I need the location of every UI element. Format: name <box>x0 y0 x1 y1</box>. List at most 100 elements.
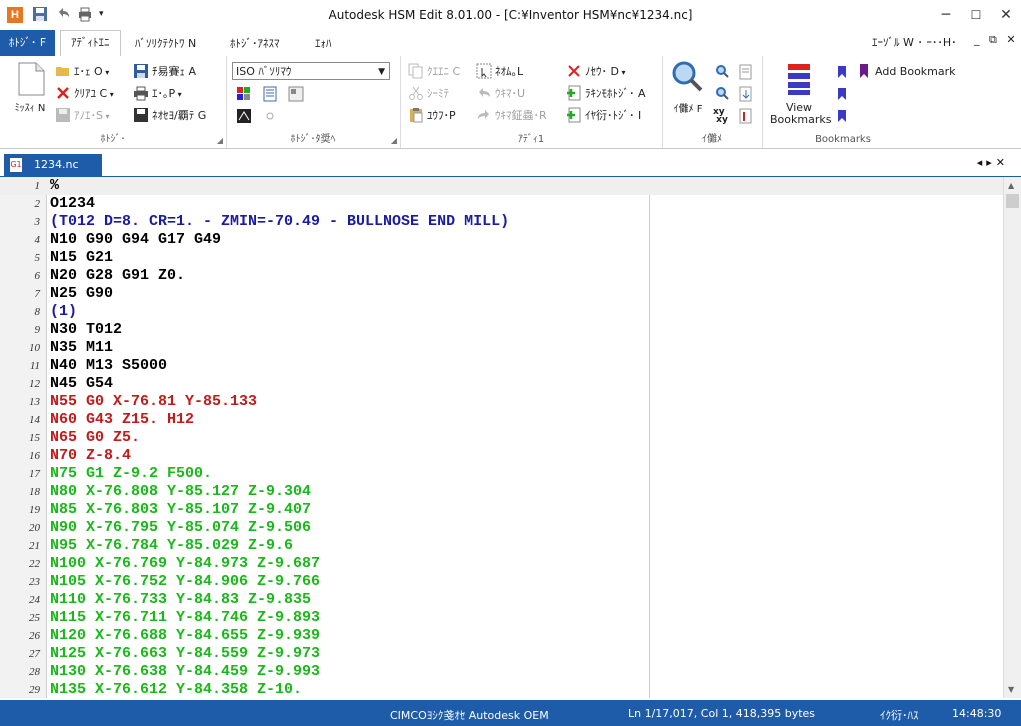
new-button[interactable]: ﾐｯｽｨ N <box>12 62 48 132</box>
next-bookmark-icon[interactable] <box>834 64 850 83</box>
code-line[interactable]: 27 N125 X-76.663 Y-84.559 Z-9.973 <box>0 645 1003 663</box>
code-line[interactable]: 2 O1234 <box>0 195 1003 213</box>
settings-grid-icon[interactable] <box>288 86 304 105</box>
code-line[interactable]: 25 N115 X-76.711 Y-84.746 Z-9.893 <box>0 609 1003 627</box>
replace-xy-icon[interactable]: xy xy <box>713 108 728 125</box>
tool-icon[interactable] <box>262 108 278 127</box>
clear-bookmarks-icon[interactable] <box>834 108 850 127</box>
view-bookmarks-button[interactable]: View Bookmarks <box>770 60 831 132</box>
previous-bookmark-icon[interactable] <box>834 86 850 105</box>
code-line[interactable]: 6 N20 G28 G91 Z0. <box>0 267 1003 285</box>
close-button[interactable]: ✕ <box>991 5 1021 25</box>
scroll-down-icon[interactable]: ▼ <box>1008 685 1014 694</box>
save-all-button[interactable]: ﾈｵｾﾖ/覇ﾃ G <box>133 106 206 126</box>
color-settings-icon[interactable] <box>236 86 252 105</box>
code-text: N85 X-76.803 Y-85.107 Z-9.407 <box>50 501 312 518</box>
code-line[interactable]: 9 N30 T012 <box>0 321 1003 339</box>
undo-icon <box>476 85 492 101</box>
code-line[interactable]: 21 N95 X-76.784 Y-85.029 Z-9.6 <box>0 537 1003 555</box>
code-line[interactable]: 14 N60 G43 Z15. H12 <box>0 411 1003 429</box>
goto-icon[interactable] <box>738 64 754 83</box>
scroll-thumb[interactable] <box>1006 194 1019 208</box>
insert-line-button[interactable]: ｲﾔ衍･ﾄｼﾞ･ I <box>566 106 641 126</box>
save-as-button[interactable]: ﾁ易賽ｪ A <box>133 62 196 82</box>
paste-button[interactable]: ﾕｳﾌ･P <box>408 106 456 126</box>
code-line[interactable]: 1% <box>0 177 1003 195</box>
code-line[interactable]: 15 N65 G0 Z5. <box>0 429 1003 447</box>
code-line[interactable]: 12 N45 G54 <box>0 375 1003 393</box>
redo-button[interactable]: ｳｷﾏ鉦蟲･R <box>476 106 547 126</box>
code-line[interactable]: 8 (1) <box>0 303 1003 321</box>
code-line[interactable]: 22 N100 X-76.769 Y-84.973 Z-9.687 <box>0 555 1003 573</box>
cut-button[interactable]: ｼｰﾐﾃ <box>408 84 449 104</box>
code-line[interactable]: 11 N40 M13 S5000 <box>0 357 1003 375</box>
tab-help[interactable]: ｴｫﾊ <box>305 32 342 56</box>
group-launcher-icon[interactable]: ◢ <box>217 136 223 145</box>
clear-button[interactable]: ｸﾘｱﾕ C ▾ <box>55 84 114 104</box>
window-menu[interactable]: ｴｰｿﾞﾙ W ･ ｰ･･H･ <box>872 34 957 50</box>
delete-button[interactable]: ﾉｾｳ･ D ▾ <box>566 62 626 82</box>
code-text: N25 G90 <box>50 285 114 302</box>
code-line[interactable]: 10 N35 M11 <box>0 339 1003 357</box>
code-line[interactable]: 19 N85 X-76.803 Y-85.107 Z-9.407 <box>0 501 1003 519</box>
chevron-down-icon: ▼ <box>378 67 385 77</box>
find-group-label: ｲ儺ﾒ <box>702 134 722 145</box>
code-text: N80 X-76.808 Y-85.127 Z-9.304 <box>50 483 312 500</box>
find-button[interactable]: ｲ儺ﾒ F <box>668 60 708 130</box>
document-tab-label: 1234.nc <box>34 158 79 171</box>
code-line[interactable]: 7 N25 G90 <box>0 285 1003 303</box>
tab-file[interactable]: ﾎﾄｼﾞ･ F <box>0 30 55 56</box>
code-line[interactable]: 17 N75 G1 Z-9.2 F500. <box>0 465 1003 483</box>
code-editor[interactable]: 1% 2 O1234 3 (T012 D=8. CR=1. - ZMIN=-70.49 … <box>0 177 1003 698</box>
find-previous-icon[interactable] <box>714 86 730 105</box>
minimize-button[interactable]: ─ <box>931 5 961 25</box>
line-numbers-icon[interactable] <box>738 86 754 105</box>
code-line[interactable]: 23 N105 X-76.752 Y-84.906 Z-9.766 <box>0 573 1003 591</box>
code-line[interactable]: 20 N90 X-76.795 Y-85.074 Z-9.506 <box>0 519 1003 537</box>
status-oem: CIMCOﾖｼｸ戔ｵｾ Autodesk OEM <box>390 709 549 722</box>
format-icon[interactable] <box>262 86 278 105</box>
mdi-window-controls[interactable]: _ ⧉ ✕ <box>974 33 1019 47</box>
select-all-button[interactable]: ﾈｵﾑ｡L <box>476 62 523 82</box>
tab-edit[interactable]: ｱﾃﾞｨﾄｴﾆ <box>60 30 121 57</box>
group-launcher-icon[interactable]: ◢ <box>391 136 397 145</box>
code-text: N100 X-76.769 Y-84.973 Z-9.687 <box>50 555 321 572</box>
document-nav-controls[interactable]: ◂▸✕ <box>977 156 1009 169</box>
code-line[interactable]: 28 N130 X-76.638 Y-84.459 Z-9.993 <box>0 663 1003 681</box>
copy-button[interactable]: ｸｴｴﾆ C <box>408 62 460 82</box>
code-line[interactable]: 16 N70 Z-8.4 <box>0 447 1003 465</box>
code-line[interactable]: 5 N15 G21 <box>0 249 1003 267</box>
machine-icon[interactable] <box>236 108 252 127</box>
find-next-icon[interactable] <box>714 64 730 83</box>
insert-file-button[interactable]: ﾗｷﾝﾓﾎﾄｼﾞ･ A <box>566 84 646 104</box>
code-line[interactable]: 18 N80 X-76.808 Y-85.127 Z-9.304 <box>0 483 1003 501</box>
code-line[interactable]: 24 N110 X-76.733 Y-84.83 Z-9.835 <box>0 591 1003 609</box>
scroll-up-icon[interactable]: ▲ <box>1008 181 1014 190</box>
title-bar: H ▾ Autodesk HSM Edit 8.01.00 - [C:¥Inve… <box>0 0 1021 30</box>
code-line[interactable]: 29 N135 X-76.612 Y-84.358 Z-10. <box>0 681 1003 698</box>
code-line[interactable]: 26 N120 X-76.688 Y-84.655 Z-9.939 <box>0 627 1003 645</box>
print-button[interactable]: ｴ･｡P ▾ <box>133 84 182 104</box>
machine-type-select[interactable]: ISO ﾊﾞｿﾘﾏｳ ▼ <box>232 62 390 80</box>
renumber-icon[interactable] <box>738 108 754 127</box>
code-line[interactable]: 4 N10 G90 G94 G17 G49 <box>0 231 1003 249</box>
tab-conversion[interactable]: ﾊﾞｿﾘｸﾃｸﾄﾜ N <box>125 32 206 56</box>
red-x-icon <box>55 85 71 101</box>
code-line[interactable]: 13 N55 G0 X-76.81 Y-85.133 <box>0 393 1003 411</box>
maximize-button[interactable]: ☐ <box>961 5 991 25</box>
line-number: 12 <box>29 378 40 390</box>
add-bookmark-button[interactable]: Add Bookmark <box>856 62 956 82</box>
line-number: 2 <box>34 198 41 210</box>
tab-file-compare[interactable]: ﾎﾄｼﾞ･ｱﾈｽﾏ <box>220 32 290 56</box>
code-text: N70 Z-8.4 <box>50 447 132 464</box>
open-button[interactable]: ｴ･ｪ O ▾ <box>55 62 109 82</box>
code-text: N30 T012 <box>50 321 123 338</box>
code-text: N95 X-76.784 Y-85.029 Z-9.6 <box>50 537 294 554</box>
undo-button[interactable]: ｳｷﾏ･U <box>476 84 525 104</box>
document-tab[interactable]: G1 1234.nc <box>4 154 102 176</box>
close-file-button[interactable]: ｱﾉｴ･S ▾ <box>55 106 110 126</box>
vertical-scrollbar[interactable]: ▲ ▼ <box>1003 177 1021 698</box>
redo-icon <box>476 107 492 123</box>
code-text: N65 G0 Z5. <box>50 429 141 446</box>
code-line[interactable]: 3 (T012 D=8. CR=1. - ZMIN=-70.49 - BULLNO… <box>0 213 1003 231</box>
